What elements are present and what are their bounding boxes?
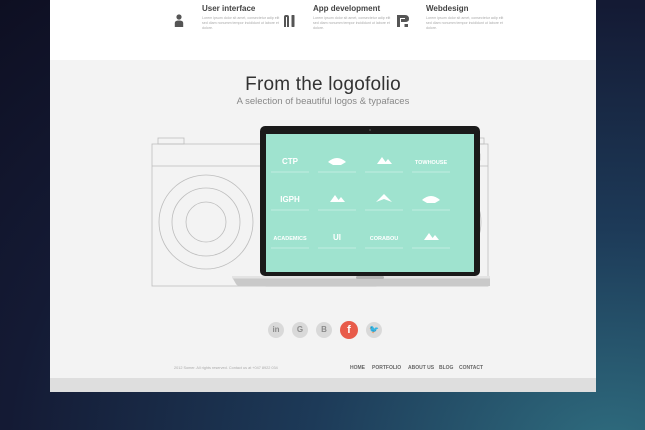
feature-title: Webdesign <box>426 4 469 13</box>
feature-desc: Lorem ipsum dolor sit amet, consectetur … <box>313 16 391 31</box>
logo-text: UI <box>333 233 341 242</box>
twitter-icon[interactable]: 🐦 <box>366 322 382 338</box>
footer-link-portfolio[interactable]: PORTFOLIO <box>372 365 401 371</box>
footer-link-home[interactable]: HOME <box>350 365 365 371</box>
footer-link-contact[interactable]: CONTACT <box>459 365 483 371</box>
blogger-icon[interactable]: B <box>316 322 332 338</box>
bottom-bar <box>50 378 596 392</box>
logo-text: ACADEMICS <box>273 236 307 242</box>
feature-title: App development <box>313 4 381 13</box>
r-icon <box>396 14 410 33</box>
feature-desc: Lorem ipsum dolor sit amet, consectetur … <box>202 16 280 31</box>
logo-text: CORABOU <box>370 236 398 242</box>
features-section: User interface Lorem ipsum dolor sit ame… <box>50 0 596 60</box>
logo-text: CTP <box>282 157 299 166</box>
person-icon <box>174 14 184 33</box>
section-title: From the logofolio <box>245 74 401 95</box>
feature-desc: Lorem ipsum dolor sit amet, consectetur … <box>426 16 504 31</box>
linkedin-icon[interactable]: in <box>268 322 284 338</box>
footer-link-about[interactable]: ABOUT US <box>408 365 434 371</box>
feature-title: User interface <box>202 4 256 13</box>
laptop <box>232 126 490 286</box>
facebook-icon[interactable]: f <box>340 321 358 339</box>
logo-text: TOWHOUSE <box>415 160 448 166</box>
feature-user-interface: User interface Lorem ipsum dolor sit ame… <box>202 4 282 32</box>
copyright-text: 2012 Somer. All rights reserved. Contact… <box>174 366 278 370</box>
section-subtitle: A selection of beautiful logos & typafac… <box>236 96 410 107</box>
footer-link-blog[interactable]: BLOG <box>439 365 453 371</box>
logo-text: IGPH <box>280 195 300 204</box>
zigzag-divider <box>50 57 596 63</box>
feature-app-development: App development Lorem ipsum dolor sit am… <box>313 4 393 32</box>
logofolio-illustration: CTP TOWHOUSE IGPH ACADEMICS UI CORABOU <box>151 126 490 287</box>
feature-webdesign: Webdesign Lorem ipsum dolor sit amet, co… <box>426 4 506 32</box>
google-icon[interactable]: G <box>292 322 308 338</box>
page-card: User interface Lorem ipsum dolor sit ame… <box>50 0 596 392</box>
nl-icon <box>283 14 297 33</box>
